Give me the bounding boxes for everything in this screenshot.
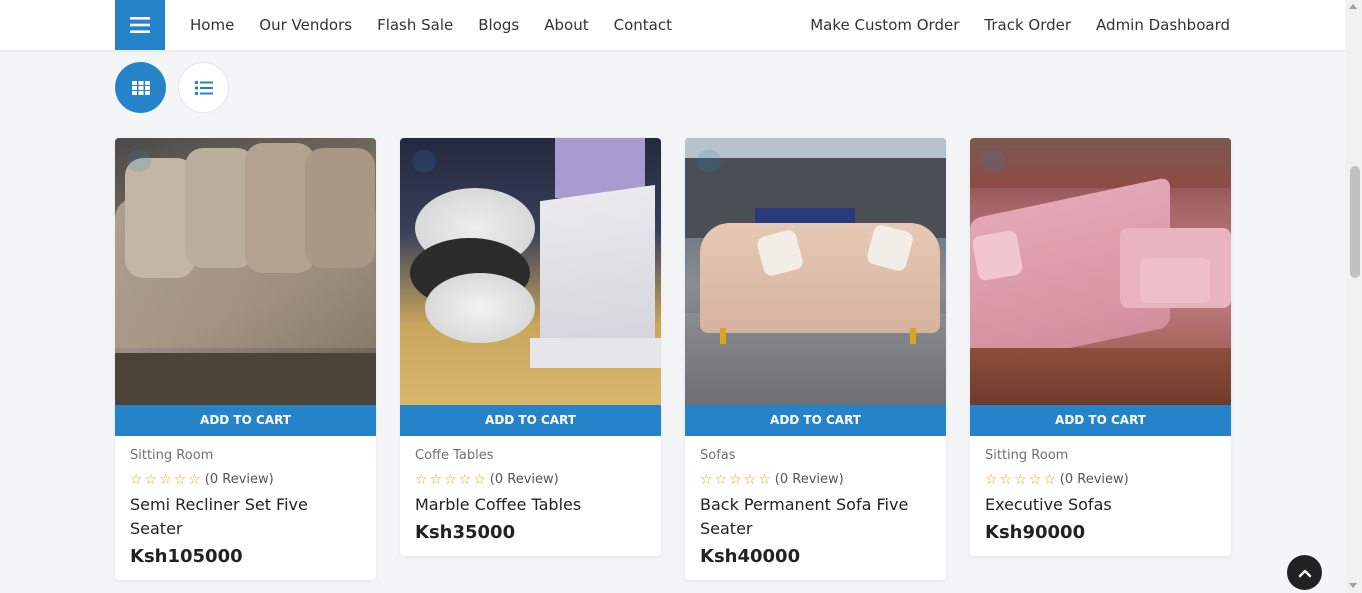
nav-home-link[interactable]: Home (190, 16, 234, 34)
product-image[interactable] (970, 138, 1231, 405)
product-image[interactable] (685, 138, 946, 405)
product-badge (412, 150, 436, 172)
nav-about-link[interactable]: About (544, 16, 588, 34)
secondary-nav: Make Custom Order Track Order Admin Dash… (810, 0, 1230, 50)
menu-button[interactable] (115, 0, 165, 50)
product-price: Ksh35000 (415, 522, 516, 543)
nav-track-order-link[interactable]: Track Order (984, 16, 1071, 34)
product-rating: ☆☆☆☆☆ (0 Review) (130, 471, 361, 489)
star-rating-icons: ☆☆☆☆☆ (130, 472, 203, 488)
nav-contact-link[interactable]: Contact (614, 16, 672, 34)
add-to-cart-button[interactable]: ADD TO CART (115, 405, 376, 436)
scrollbar-thumb[interactable] (1350, 166, 1360, 278)
review-count: (0 Review) (204, 472, 274, 487)
list-view-button[interactable] (178, 62, 229, 113)
hamburger-icon (130, 17, 150, 33)
product-category[interactable]: Sofas (700, 447, 931, 465)
product-badge (697, 150, 721, 172)
product-rating: ☆☆☆☆☆ (0 Review) (985, 471, 1216, 489)
product-badge (127, 150, 151, 172)
nav-vendors-link[interactable]: Our Vendors (259, 16, 352, 34)
product-card[interactable]: ADD TO CART Sofas ☆☆☆☆☆ (0 Review) Back … (685, 138, 946, 580)
product-category[interactable]: Sitting Room (130, 447, 361, 465)
back-to-top-button[interactable] (1287, 555, 1322, 590)
grid-icon (131, 80, 150, 95)
page-scrollbar[interactable] (1345, 0, 1362, 593)
product-card[interactable]: ADD TO CART Sitting Room ☆☆☆☆☆ (0 Review… (970, 138, 1231, 556)
nav-flash-sale-link[interactable]: Flash Sale (377, 16, 453, 34)
top-navbar: Home Our Vendors Flash Sale Blogs About … (0, 0, 1345, 50)
product-badge (982, 150, 1006, 172)
nav-custom-order-link[interactable]: Make Custom Order (810, 16, 959, 34)
list-icon (194, 80, 213, 95)
star-rating-icons: ☆☆☆☆☆ (985, 472, 1058, 488)
nav-blogs-link[interactable]: Blogs (478, 16, 519, 34)
chevron-up-icon (1298, 569, 1311, 577)
review-count: (0 Review) (489, 472, 559, 487)
product-rating: ☆☆☆☆☆ (0 Review) (700, 471, 931, 489)
star-rating-icons: ☆☆☆☆☆ (700, 472, 773, 488)
product-price: Ksh105000 (130, 546, 243, 567)
grid-view-button[interactable] (115, 62, 166, 113)
scroll-up-arrow-icon[interactable] (1349, 4, 1357, 9)
product-category[interactable]: Sitting Room (985, 447, 1216, 465)
review-count: (0 Review) (774, 472, 844, 487)
product-rating: ☆☆☆☆☆ (0 Review) (415, 471, 646, 489)
product-card[interactable]: ADD TO CART Coffe Tables ☆☆☆☆☆ (0 Review… (400, 138, 661, 556)
add-to-cart-button[interactable]: ADD TO CART (685, 405, 946, 436)
product-title[interactable]: Marble Coffee Tables (415, 493, 646, 517)
product-image[interactable] (400, 138, 661, 405)
nav-admin-dashboard-link[interactable]: Admin Dashboard (1096, 16, 1230, 34)
product-title[interactable]: Executive Sofas (985, 493, 1216, 517)
product-card[interactable]: ADD TO CART Sitting Room ☆☆☆☆☆ (0 Review… (115, 138, 376, 580)
product-image[interactable] (115, 138, 376, 405)
review-count: (0 Review) (1059, 472, 1129, 487)
product-price: Ksh40000 (700, 546, 801, 567)
scroll-down-arrow-icon[interactable] (1349, 583, 1357, 588)
product-price: Ksh90000 (985, 522, 1086, 543)
product-category[interactable]: Coffe Tables (415, 447, 646, 465)
product-title[interactable]: Back Permanent Sofa Five Seater (700, 493, 931, 541)
add-to-cart-button[interactable]: ADD TO CART (970, 405, 1231, 436)
main-nav: Home Our Vendors Flash Sale Blogs About … (190, 0, 672, 50)
star-rating-icons: ☆☆☆☆☆ (415, 472, 488, 488)
product-title[interactable]: Semi Recliner Set Five Seater (130, 493, 361, 541)
add-to-cart-button[interactable]: ADD TO CART (400, 405, 661, 436)
